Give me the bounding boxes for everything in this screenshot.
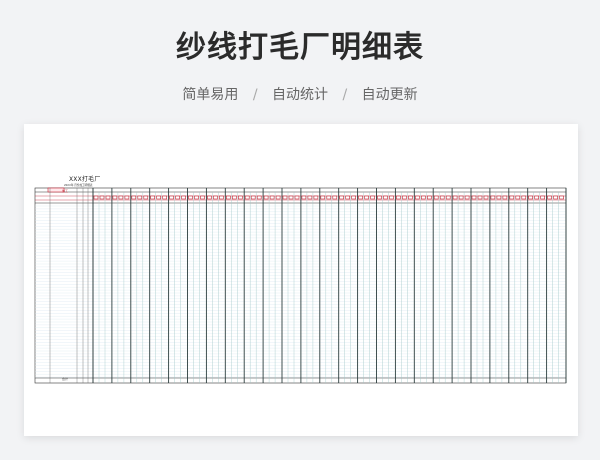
header-marker: [143, 195, 149, 200]
header-marker: [553, 195, 558, 200]
header-marker: [521, 195, 527, 200]
header-marker: [200, 195, 205, 200]
header-marker: [332, 195, 338, 200]
header-marker: [477, 195, 483, 200]
sheet-title: XXX打毛厂: [69, 176, 101, 183]
sheet-tag: 加工: [62, 189, 69, 193]
header-marker: [389, 195, 394, 200]
spreadsheet-grid: [34, 187, 567, 384]
header-marker: [118, 195, 124, 200]
feature-easy: 简单易用: [182, 87, 239, 103]
header-marker: [313, 195, 319, 200]
separator: /: [342, 87, 348, 103]
header-marker: [540, 195, 546, 200]
header-marker: [194, 195, 199, 200]
header-marker: [282, 195, 288, 200]
header-marker: [490, 195, 496, 200]
header-marker: [509, 195, 515, 200]
header-marker: [105, 195, 111, 200]
spreadsheet-preview: XXX打毛厂 20XX年 月份加工明细表 加工 合计: [24, 124, 578, 436]
header-marker: [181, 195, 186, 200]
header-marker: [433, 195, 439, 200]
header-marker: [150, 195, 155, 200]
header-marker: [288, 195, 294, 200]
header-marker: [339, 195, 345, 200]
header-marker: [439, 195, 445, 200]
header-marker: [377, 195, 382, 200]
header-marker: [534, 195, 540, 200]
header-marker: [232, 195, 237, 200]
header-marker: [162, 195, 167, 200]
header-marker: [370, 195, 375, 200]
header-marker: [124, 195, 130, 200]
header-marker: [458, 195, 464, 200]
header-marker: [452, 195, 458, 200]
header-marker: [502, 195, 508, 200]
header-marker: [256, 195, 262, 200]
feature-auto-stats: 自动统计: [272, 87, 328, 103]
header-marker: [351, 195, 357, 200]
header-marker: [301, 195, 307, 200]
header-marker: [99, 195, 105, 200]
header-marker: [364, 195, 369, 200]
header-marker: [207, 195, 212, 200]
header-marker: [471, 195, 477, 200]
header-marker: [559, 195, 564, 200]
header-marker: [131, 195, 137, 200]
header-marker: [383, 195, 388, 200]
header-marker: [528, 195, 534, 200]
header-marker: [445, 195, 451, 200]
header-marker: [402, 195, 407, 200]
header-marker: [226, 195, 231, 200]
header-marker: [275, 195, 281, 200]
header-marker: [137, 195, 143, 200]
header-marker: [294, 195, 300, 200]
header-marker: [396, 195, 401, 200]
header-marker: [345, 195, 351, 200]
header-marker: [156, 195, 161, 200]
header-marker: [213, 195, 218, 200]
header-marker: [483, 195, 489, 200]
header-marker: [263, 195, 269, 200]
header-marker: [169, 195, 174, 200]
header-marker: [408, 195, 413, 200]
header-marker: [238, 195, 243, 200]
header-marker: [320, 195, 326, 200]
header-marker: [358, 195, 363, 200]
header-marker: [250, 195, 256, 200]
header-marker: [414, 195, 420, 200]
hero-title: 纱线打毛厂明细表: [176, 30, 424, 65]
header-marker: [112, 195, 118, 200]
header-marker: [307, 195, 313, 200]
header-marker: [547, 195, 552, 200]
header-marker: [326, 195, 332, 200]
sheet-subtitle: 20XX年 月份加工明细表: [64, 184, 93, 187]
header-marker: [515, 195, 521, 200]
header-marker: [93, 195, 99, 200]
feature-auto-update: 自动更新: [361, 87, 418, 103]
header-marker: [420, 195, 426, 200]
header-marker: [188, 195, 193, 200]
hero-subtitle: 简单易用 / 自动统计 / 自动更新: [0, 84, 600, 104]
header-marker: [464, 195, 470, 200]
header-marker: [244, 195, 250, 200]
sheet-total-label: 合计: [62, 377, 69, 381]
header-marker: [269, 195, 275, 200]
header-marker: [175, 195, 180, 200]
header-marker: [426, 195, 432, 200]
separator: /: [252, 87, 258, 103]
header-marker: [219, 195, 224, 200]
header-marker: [496, 195, 502, 200]
